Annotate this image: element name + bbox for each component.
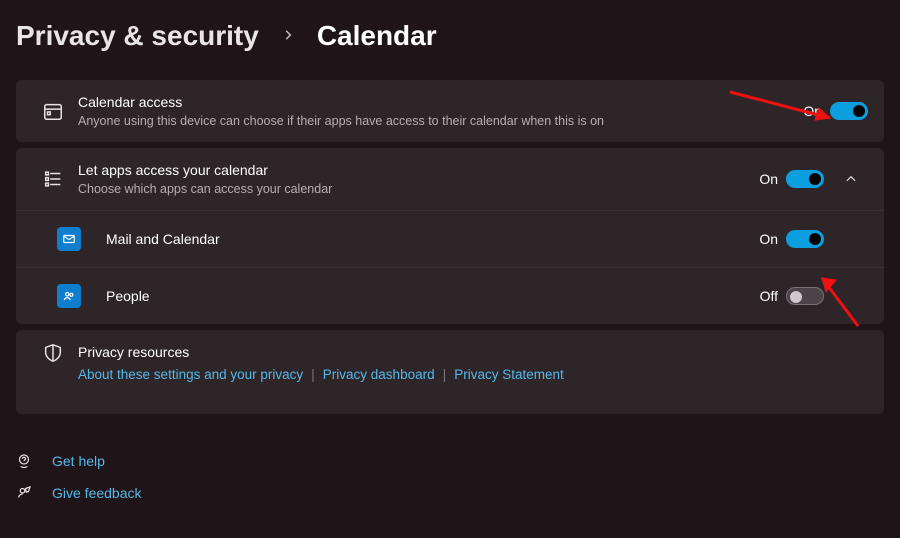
breadcrumb-parent[interactable]: Privacy & security — [16, 20, 259, 52]
get-help-link[interactable]: Get help — [52, 453, 105, 469]
privacy-link-dashboard[interactable]: Privacy dashboard — [323, 367, 435, 382]
get-help-row[interactable]: Get help — [14, 452, 884, 470]
mail-app-toggle[interactable] — [786, 230, 824, 248]
people-app-toggle[interactable] — [786, 287, 824, 305]
breadcrumb-current: Calendar — [317, 20, 437, 52]
people-app-state: Off — [760, 288, 778, 304]
mail-app-state: On — [759, 231, 778, 247]
calendar-access-toggle[interactable] — [830, 102, 868, 120]
calendar-access-state: On — [803, 103, 822, 119]
let-apps-header-row[interactable]: Let apps access your calendar Choose whi… — [16, 148, 884, 210]
let-apps-toggle[interactable] — [786, 170, 824, 188]
mail-app-label: Mail and Calendar — [106, 231, 220, 247]
list-icon — [32, 168, 74, 190]
mail-app-icon — [48, 227, 90, 251]
app-row-people: People Off — [16, 267, 884, 324]
calendar-access-card: Calendar access Anyone using this device… — [16, 80, 884, 142]
footer-links: Get help Give feedback — [16, 452, 884, 502]
calendar-access-title: Calendar access — [78, 92, 604, 112]
people-app-label: People — [106, 288, 150, 304]
let-apps-subtitle: Choose which apps can access your calend… — [78, 180, 332, 198]
let-apps-state: On — [759, 171, 778, 187]
give-feedback-row[interactable]: Give feedback — [14, 484, 884, 502]
collapse-button[interactable] — [834, 172, 868, 186]
feedback-icon — [14, 484, 34, 502]
separator: | — [311, 366, 315, 382]
calendar-access-subtitle: Anyone using this device can choose if t… — [78, 112, 604, 130]
help-icon — [14, 452, 34, 470]
app-row-mail: Mail and Calendar On — [16, 210, 884, 267]
separator: | — [443, 366, 447, 382]
let-apps-card: Let apps access your calendar Choose whi… — [16, 148, 884, 324]
give-feedback-link[interactable]: Give feedback — [52, 485, 142, 501]
privacy-resources-card: Privacy resources About these settings a… — [16, 330, 884, 414]
chevron-right-icon — [281, 25, 295, 48]
privacy-link-about[interactable]: About these settings and your privacy — [78, 367, 303, 382]
privacy-link-statement[interactable]: Privacy Statement — [454, 367, 564, 382]
people-app-icon — [48, 284, 90, 308]
let-apps-title: Let apps access your calendar — [78, 160, 332, 180]
calendar-icon — [32, 100, 74, 122]
shield-icon — [32, 342, 74, 364]
breadcrumb[interactable]: Privacy & security Calendar — [16, 20, 884, 52]
privacy-resources-title: Privacy resources — [78, 342, 564, 362]
